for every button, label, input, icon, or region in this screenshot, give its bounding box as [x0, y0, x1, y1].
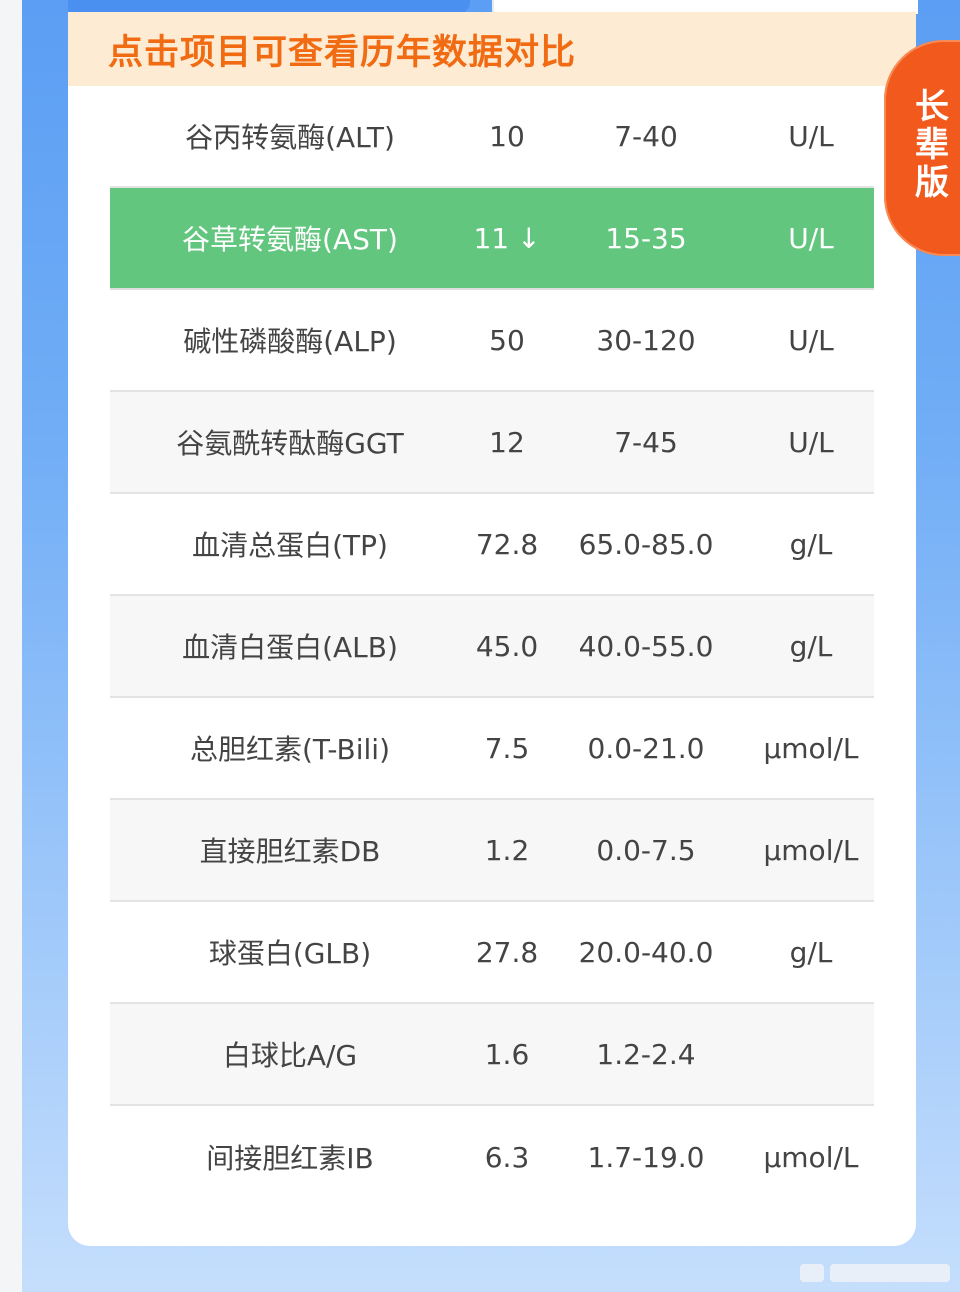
- item-name: 谷丙转氨酶(ALT): [185, 121, 395, 154]
- item-reference-range: 7-45: [614, 425, 678, 459]
- card-header: 点击项目可查看历年数据对比: [68, 12, 916, 86]
- item-value: 50: [470, 324, 544, 357]
- result-row[interactable]: 白球比A/G 1.6 1.2-2.4: [110, 1004, 874, 1106]
- results-table: 谷丙转氨酶(ALT) 10 7-40 U/L 谷草转氨酶(AST) 11 ↓ 15…: [110, 86, 874, 1208]
- left-background-strip: [0, 0, 22, 1292]
- result-row[interactable]: 谷氨酰转酞酶GGT 12 7-45 U/L: [110, 392, 874, 494]
- result-row[interactable]: 血清白蛋白(ALB) 45.0 40.0-55.0 g/L: [110, 596, 874, 698]
- item-value: 1.6: [470, 1038, 544, 1071]
- result-row[interactable]: 血清总蛋白(TP) 72.8 65.0-85.0 g/L: [110, 494, 874, 596]
- item-unit: g/L: [789, 527, 833, 561]
- item-name: 血清白蛋白(ALB): [182, 631, 398, 664]
- result-row[interactable]: 总胆红素(T-Bili) 7.5 0.0-21.0 μmol/L: [110, 698, 874, 800]
- item-name: 碱性磷酸酶(ALP): [183, 325, 397, 358]
- item-value-text: 72.8: [475, 527, 539, 561]
- result-row[interactable]: 间接胆红素IB 6.3 1.7-19.0 μmol/L: [110, 1106, 874, 1208]
- item-unit: μmol/L: [763, 833, 859, 867]
- results-card: 点击项目可查看历年数据对比 谷丙转氨酶(ALT) 10 7-40 U/L 谷草转…: [68, 12, 916, 1246]
- item-value-text: 10: [489, 119, 525, 153]
- result-row[interactable]: 直接胆红素DB 1.2 0.0-7.5 μmol/L: [110, 800, 874, 902]
- item-unit: U/L: [788, 119, 834, 153]
- item-value: 6.3: [470, 1141, 544, 1174]
- watermark: [800, 1264, 950, 1282]
- item-name: 谷草转氨酶(AST): [182, 223, 398, 256]
- item-value-text: 7.5: [484, 731, 530, 765]
- item-value-text: 27.8: [475, 935, 539, 969]
- item-name: 直接胆红素DB: [199, 835, 381, 868]
- item-reference-range: 1.7-19.0: [587, 1140, 705, 1174]
- watermark-segment: [800, 1264, 824, 1282]
- card-header-title: 点击项目可查看历年数据对比: [108, 32, 577, 73]
- item-value: 11 ↓: [470, 222, 544, 255]
- item-value-text: 50: [489, 323, 525, 357]
- item-value: 1.2: [470, 834, 544, 867]
- item-unit: g/L: [789, 935, 833, 969]
- item-value-text: 1.6: [484, 1037, 530, 1071]
- item-reference-range: 40.0-55.0: [578, 629, 714, 663]
- item-value: 7.5: [470, 732, 544, 765]
- item-value: 27.8: [470, 936, 544, 969]
- result-row[interactable]: 碱性磷酸酶(ALP) 50 30-120 U/L: [110, 290, 874, 392]
- item-value-text: 6.3: [484, 1140, 530, 1174]
- item-value-text: 45.0: [475, 629, 539, 663]
- item-value: 10: [470, 120, 544, 153]
- item-reference-range: 65.0-85.0: [578, 527, 714, 561]
- elder-mode-button[interactable]: 长辈版: [884, 40, 960, 256]
- item-name: 血清总蛋白(TP): [192, 529, 388, 562]
- item-name: 总胆红素(T-Bili): [189, 733, 391, 766]
- down-arrow-icon: ↓: [517, 221, 541, 255]
- item-reference-range: 30-120: [596, 323, 696, 357]
- result-row[interactable]: 谷丙转氨酶(ALT) 10 7-40 U/L: [110, 86, 874, 188]
- item-reference-range: 7-40: [614, 119, 678, 153]
- result-row[interactable]: 球蛋白(GLB) 27.8 20.0-40.0 g/L: [110, 902, 874, 1004]
- result-row[interactable]: 谷草转氨酶(AST) 11 ↓ 15-35 U/L: [110, 188, 874, 290]
- item-reference-range: 20.0-40.0: [578, 935, 714, 969]
- item-unit: μmol/L: [763, 1140, 859, 1174]
- item-reference-range: 0.0-21.0: [587, 731, 705, 765]
- item-value: 12: [470, 426, 544, 459]
- item-name: 间接胆红素IB: [206, 1142, 374, 1175]
- item-value-text: 11: [473, 221, 510, 255]
- item-reference-range: 0.0-7.5: [596, 833, 696, 867]
- item-value-text: 1.2: [484, 833, 530, 867]
- item-unit: μmol/L: [763, 731, 859, 765]
- item-unit: g/L: [789, 629, 833, 663]
- item-name: 谷氨酰转酞酶GGT: [176, 427, 404, 460]
- item-value-text: 12: [489, 425, 525, 459]
- item-unit: U/L: [788, 323, 834, 357]
- elder-mode-label: 长辈版: [915, 87, 949, 203]
- item-reference-range: 1.2-2.4: [596, 1037, 696, 1071]
- item-unit: U/L: [788, 425, 834, 459]
- item-value: 45.0: [470, 630, 544, 663]
- item-unit: U/L: [788, 221, 834, 255]
- item-name: 白球比A/G: [222, 1039, 358, 1072]
- watermark-segment: [830, 1264, 950, 1282]
- item-value: 72.8: [470, 528, 544, 561]
- item-reference-range: 15-35: [605, 221, 687, 255]
- item-name: 球蛋白(GLB): [208, 937, 372, 970]
